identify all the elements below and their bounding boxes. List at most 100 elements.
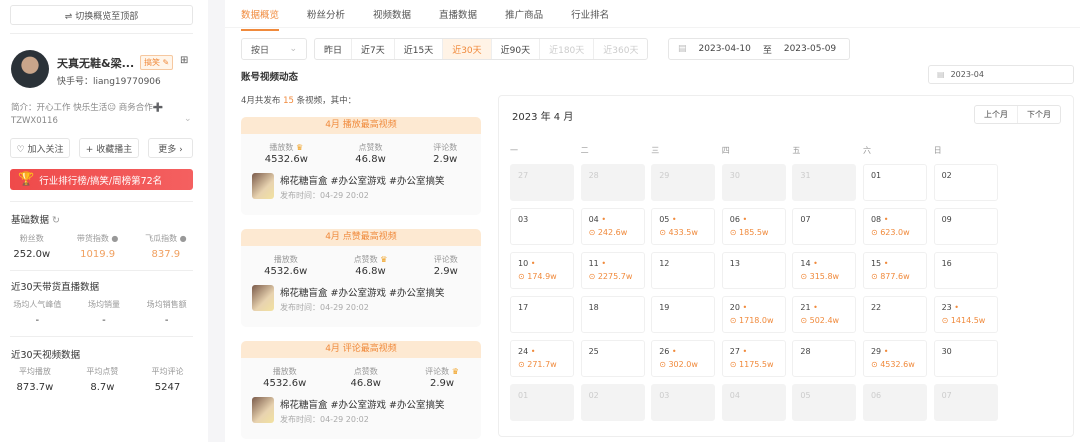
calendar-day[interactable]: 24 • ⊙ 271.7w <box>510 340 574 377</box>
range-90d[interactable]: 近90天 <box>492 39 541 59</box>
calendar-day[interactable]: 04 • ⊙ 242.6w <box>580 208 645 245</box>
range-yesterday[interactable]: 昨日 <box>315 39 353 59</box>
calendar-day[interactable]: 10 • ⊙ 174.9w <box>510 252 574 289</box>
calendar-day[interactable]: 23 • ⊙ 1414.5w <box>933 296 998 333</box>
expand-chevron-icon[interactable]: ⌄ <box>184 114 192 124</box>
calendar-icon: ▤ <box>678 44 687 54</box>
stat-label: 粉丝数 <box>19 234 44 243</box>
calendar-day[interactable]: 02 <box>933 164 998 201</box>
stat-value: - <box>35 315 40 326</box>
stat: 场均销量 - <box>88 299 120 326</box>
publish-time: 发布时间：04-29 20:02 <box>280 303 369 312</box>
day-number: 01 <box>518 391 529 400</box>
calendar-day[interactable]: 28 <box>792 340 857 377</box>
stat-label: 播放数 <box>264 254 307 265</box>
collect-button[interactable]: + 收藏播主 <box>79 138 139 158</box>
day-number: 07 <box>941 391 952 400</box>
follow-button[interactable]: ♡ 加入关注 <box>10 138 70 158</box>
day-number: 18 <box>588 303 599 312</box>
video-thumbnail[interactable] <box>252 173 274 199</box>
range-30d[interactable]: 近30天 <box>443 39 492 59</box>
calendar-day[interactable]: 05 • ⊙ 433.5w <box>651 208 716 245</box>
refresh-icon[interactable]: ↻ <box>52 215 60 226</box>
calendar-day[interactable]: 03 <box>510 208 574 245</box>
stat-value: 46.8w <box>355 154 386 165</box>
label-text: 播放数 <box>269 143 294 152</box>
next-month-button[interactable]: 下个月 <box>1018 106 1060 123</box>
calendar-day: 03 <box>651 384 716 421</box>
calendar-title: 2023 年 4 月 <box>512 112 574 123</box>
calendar-day[interactable]: 09 <box>933 208 998 245</box>
stat-label: 场均人气峰值 <box>13 300 62 309</box>
range-7d[interactable]: 近7天 <box>352 39 395 59</box>
range-180d[interactable]: 近180天 <box>540 39 595 59</box>
calendar-day[interactable]: 14 • ⊙ 315.8w <box>792 252 857 289</box>
calendar-day[interactable]: 22 <box>862 296 927 333</box>
calendar-day[interactable]: 06 • ⊙ 185.5w <box>721 208 786 245</box>
calendar: 2023 年 4 月 上个月 下个月 一 二 三 四 五 六 日 27 28 29 30 31 01 02… <box>498 95 1074 437</box>
end-date: 2023-05-09 <box>783 44 837 54</box>
calendar-day[interactable]: 13 <box>721 252 786 289</box>
plays-value: 1414.5w <box>950 316 986 325</box>
prev-month-button[interactable]: 上个月 <box>975 106 1018 123</box>
video-thumbnail[interactable] <box>252 397 274 423</box>
card-stat: 播放数 4532.6w <box>263 366 306 389</box>
calendar-day[interactable]: 29 • ⊙ 4532.6w <box>862 340 927 377</box>
month-picker[interactable]: ▤ 2023-04 <box>928 65 1074 84</box>
plays-value: 877.6w <box>880 272 910 281</box>
stat: 平均评论 5247 <box>151 366 183 393</box>
video-thumbnail[interactable] <box>252 285 274 311</box>
day-number: 06 <box>729 215 740 224</box>
video-title[interactable]: 棉花糖盲盒 #办公室游戏 #办公室搞笑 <box>280 397 444 411</box>
range-15d[interactable]: 近15天 <box>395 39 444 59</box>
calendar-day[interactable]: 26 • ⊙ 302.0w <box>651 340 716 377</box>
calendar-day[interactable]: 30 <box>933 340 998 377</box>
help-icon[interactable]: ● <box>180 234 187 243</box>
day-number: 27 <box>729 347 740 356</box>
calendar-day[interactable]: 25 <box>580 340 645 377</box>
day-number: 28 <box>800 347 811 356</box>
calendar-day[interactable]: 21 • ⊙ 502.4w <box>792 296 857 333</box>
switch-to-top-button[interactable]: ⇌ 切换概览至顶部 <box>10 5 193 25</box>
calendar-day[interactable]: 27 • ⊙ 1175.5w <box>721 340 786 377</box>
calendar-day[interactable]: 11 • ⊙ 2275.7w <box>580 252 645 289</box>
video-title[interactable]: 棉花糖盲盒 #办公室游戏 #办公室搞笑 <box>280 173 444 187</box>
day-number: 03 <box>518 215 529 224</box>
to-label: 至 <box>762 45 772 56</box>
calendar-day[interactable]: 19 <box>651 296 716 333</box>
day-plays: ⊙ 302.0w <box>659 360 707 369</box>
day-number: 05 <box>800 391 811 400</box>
granularity-select[interactable]: 按日 ⌄ <box>241 38 307 60</box>
video-item[interactable]: 棉花糖盲盒 #办公室游戏 #办公室搞笑 发布时间：04-29 20:02 <box>252 173 481 201</box>
day-plays: ⊙ 4532.6w <box>871 360 919 369</box>
day-number: 06 <box>870 391 882 400</box>
stat-value: - <box>164 315 169 326</box>
calendar-day[interactable]: 15 • ⊙ 877.6w <box>862 252 927 289</box>
video-item[interactable]: 棉花糖盲盒 #办公室游戏 #办公室搞笑发布时间：04-29 20:02 <box>252 285 481 313</box>
calendar-day[interactable]: 16 <box>933 252 998 289</box>
video-title[interactable]: 棉花糖盲盒 #办公室游戏 #办公室搞笑 <box>280 285 444 299</box>
calendar-day: 29 <box>651 164 716 201</box>
calendar-day[interactable]: 07 <box>792 208 857 245</box>
qrcode-icon[interactable]: ⊞ <box>180 55 188 66</box>
plays-value: 174.9w <box>527 272 557 281</box>
video-item[interactable]: 棉花糖盲盒 #办公室游戏 #办公室搞笑 发布时间：04-29 20:02 <box>252 397 481 425</box>
more-button[interactable]: 更多 › <box>148 138 193 158</box>
calendar-day[interactable]: 01 <box>862 164 927 201</box>
calendar-day[interactable]: 20 • ⊙ 1718.0w <box>721 296 786 333</box>
range-360d[interactable]: 近360天 <box>594 39 647 59</box>
category-tag[interactable]: 搞笑 ✎ <box>140 55 174 70</box>
calendar-day[interactable]: 08 • ⊙ 623.0w <box>862 208 927 245</box>
help-icon[interactable]: ● <box>111 234 118 243</box>
avatar <box>11 50 49 88</box>
calendar-day[interactable]: 17 <box>510 296 574 333</box>
summary-text: 4月共发布 15 条视频，其中： <box>241 94 356 106</box>
date-range-picker[interactable]: ▤ 2023-04-10 至 2023-05-09 <box>668 38 850 60</box>
calendar-day[interactable]: 12 <box>651 252 716 289</box>
calendar-day[interactable]: 18 <box>580 296 645 333</box>
industry-rank-banner[interactable]: 🏆 行业排行榜/搞笑/周榜第72名 <box>10 169 193 190</box>
plays-value: 623.0w <box>880 228 910 237</box>
video-dot-icon: • <box>530 347 536 356</box>
day-number: 16 <box>941 259 952 268</box>
stat-label: 评论数 ♛ <box>425 366 459 377</box>
